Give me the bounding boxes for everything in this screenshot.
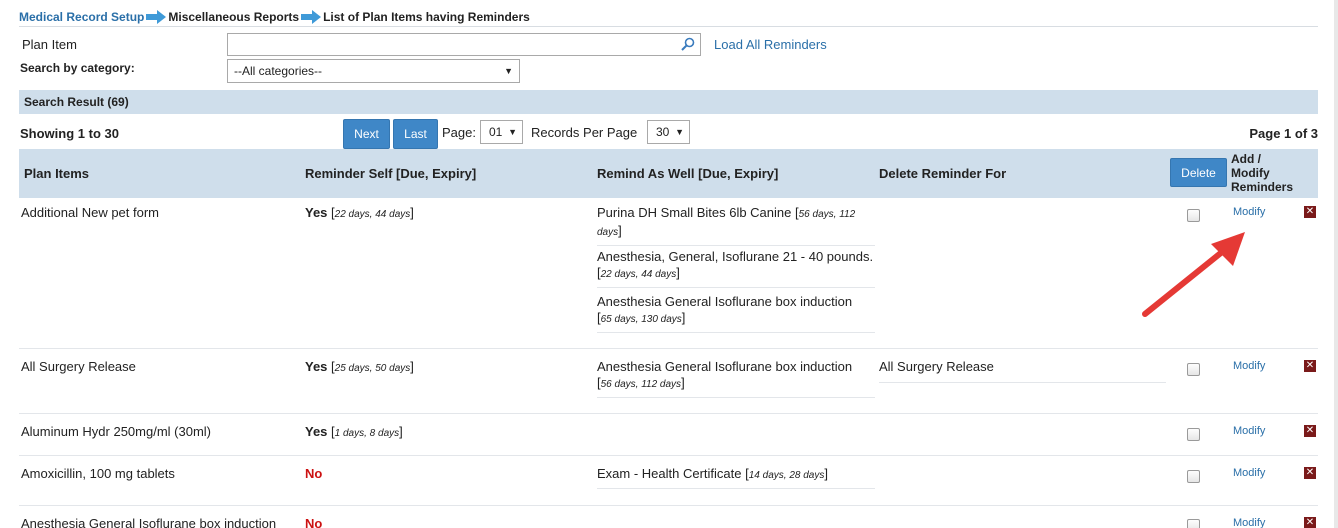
row4-remind-name-1: Exam - Health Certificate <box>597 466 742 481</box>
row3-plan-item: Aluminum Hydr 250mg/ml (30ml) <box>21 424 211 439</box>
row1-remind-detail-3: 65 days, 130 days <box>600 314 682 325</box>
row2-delete-checkbox[interactable] <box>1187 363 1200 376</box>
row4-self-flag: No <box>305 466 323 481</box>
row1-remind-item-2: Anesthesia, General, Isoflurane 21 - 40 … <box>597 249 875 288</box>
showing-range: Showing 1 to 30 <box>20 126 119 141</box>
col-plan-items: Plan Items <box>24 166 90 181</box>
row2-self-detail: 25 days, 50 days <box>334 363 411 374</box>
category-select[interactable]: --All categories-- ▼ <box>227 59 520 83</box>
col-reminder-self: Reminder Self [Due, Expiry] <box>305 166 477 181</box>
row2-delete-for: All Surgery Release <box>879 359 1166 383</box>
x-box-icon[interactable]: ✕ <box>1304 467 1316 479</box>
row3-modify-link[interactable]: Modify <box>1233 425 1265 437</box>
row1-modify-link[interactable]: Modify <box>1233 206 1265 218</box>
magnifier-icon[interactable] <box>681 37 695 51</box>
page-select-value: 01 <box>489 125 503 139</box>
category-label: Search by category: <box>20 61 135 75</box>
row-divider <box>19 348 1318 349</box>
records-per-page-value: 30 <box>656 125 670 139</box>
col-remind-as-well: Remind As Well [Due, Expiry] <box>597 166 779 181</box>
row2-reminder-self: Yes [25 days, 50 days] <box>305 359 414 374</box>
row1-self-flag: Yes <box>305 205 328 220</box>
row2-plan-item: All Surgery Release <box>21 359 136 374</box>
row4-delete-checkbox[interactable] <box>1187 470 1200 483</box>
page-label: Page: <box>442 125 476 140</box>
scrollbar[interactable] <box>1334 0 1338 528</box>
row4-remind-detail-1: 14 days, 28 days <box>748 470 825 481</box>
breadcrumb-medical-record-setup[interactable]: Medical Record Setup <box>19 10 144 24</box>
row1-plan-item: Additional New pet form <box>21 205 160 220</box>
row5-plan-item: Anesthesia General Isoflurane box induct… <box>21 516 277 528</box>
plan-item-label: Plan Item <box>22 37 77 52</box>
row5-self-flag: No <box>305 516 323 528</box>
row5-modify-link[interactable]: Modify <box>1233 517 1265 528</box>
breadcrumb: Medical Record Setup Miscellaneous Repor… <box>19 8 530 26</box>
row1-remind-item-3: Anesthesia General Isoflurane box induct… <box>597 294 875 333</box>
col-delete-reminder-for: Delete Reminder For <box>879 166 1007 181</box>
row1-remind-name-1: Purina DH Small Bites 6lb Canine <box>597 205 792 220</box>
page-of-label: Page 1 of 3 <box>1249 126 1318 141</box>
load-all-reminders-link[interactable]: Load All Reminders <box>714 37 827 52</box>
col-add-modify-1: Add / <box>1231 152 1261 166</box>
row1-remind-name-2: Anesthesia, General, Isoflurane 21 - 40 … <box>597 249 874 264</box>
row2-modify-link[interactable]: Modify <box>1233 360 1265 372</box>
last-button[interactable]: Last <box>393 119 438 149</box>
records-per-page-label: Records Per Page <box>531 125 638 140</box>
row3-reminder-self: Yes [1 days, 8 days] <box>305 424 403 439</box>
row-divider <box>19 455 1318 456</box>
search-result-bar: Search Result (69) <box>19 90 1318 114</box>
breadcrumb-current-page: List of Plan Items having Reminders <box>323 10 530 24</box>
caret-down-icon: ▼ <box>504 66 513 76</box>
row1-self-detail: 22 days, 44 days <box>334 209 411 220</box>
x-box-icon[interactable]: ✕ <box>1304 206 1316 218</box>
row2-self-flag: Yes <box>305 359 328 374</box>
row4-modify-link[interactable]: Modify <box>1233 467 1265 479</box>
x-box-icon[interactable]: ✕ <box>1304 517 1316 528</box>
row1-delete-checkbox[interactable] <box>1187 209 1200 222</box>
col-add-modify-2: Modify <box>1231 166 1270 180</box>
plan-item-search-input[interactable] <box>227 33 701 56</box>
row3-delete-checkbox[interactable] <box>1187 428 1200 441</box>
next-button[interactable]: Next <box>343 119 390 149</box>
row1-remind-item-1: Purina DH Small Bites 6lb Canine [56 day… <box>597 205 875 246</box>
annotation-arrow-icon <box>1142 232 1245 317</box>
row3-self-detail: 1 days, 8 days <box>334 428 400 439</box>
caret-down-icon: ▼ <box>675 127 684 137</box>
arrow-right-icon <box>146 10 167 24</box>
col-add-modify-3: Reminders <box>1231 180 1294 194</box>
page-select[interactable]: 01 ▼ <box>480 120 523 144</box>
row1-remind-detail-2: 22 days, 44 days <box>600 269 677 280</box>
category-selected-value: --All categories-- <box>234 64 323 78</box>
divider <box>19 26 1318 27</box>
row1-reminder-self: Yes [22 days, 44 days] <box>305 205 414 220</box>
row3-self-flag: Yes <box>305 424 328 439</box>
x-box-icon[interactable]: ✕ <box>1304 360 1316 372</box>
row2-remind-item-1: Anesthesia General Isoflurane box induct… <box>597 359 875 398</box>
row4-plan-item: Amoxicillin, 100 mg tablets <box>21 466 175 481</box>
row1-remind-name-3: Anesthesia General Isoflurane box induct… <box>597 294 853 309</box>
x-box-icon[interactable]: ✕ <box>1304 425 1316 437</box>
caret-down-icon: ▼ <box>508 127 517 137</box>
row2-remind-name-1: Anesthesia General Isoflurane box induct… <box>597 359 853 374</box>
arrow-right-icon <box>301 10 322 24</box>
breadcrumb-misc-reports: Miscellaneous Reports <box>168 10 300 24</box>
row4-remind-item-1: Exam - Health Certificate [14 days, 28 d… <box>597 466 875 489</box>
row-divider <box>19 505 1318 506</box>
row5-delete-checkbox[interactable] <box>1187 519 1200 528</box>
delete-button[interactable]: Delete <box>1170 158 1227 187</box>
row2-remind-detail-1: 56 days, 112 days <box>600 379 682 390</box>
row-divider <box>19 413 1318 414</box>
records-per-page-select[interactable]: 30 ▼ <box>647 120 690 144</box>
